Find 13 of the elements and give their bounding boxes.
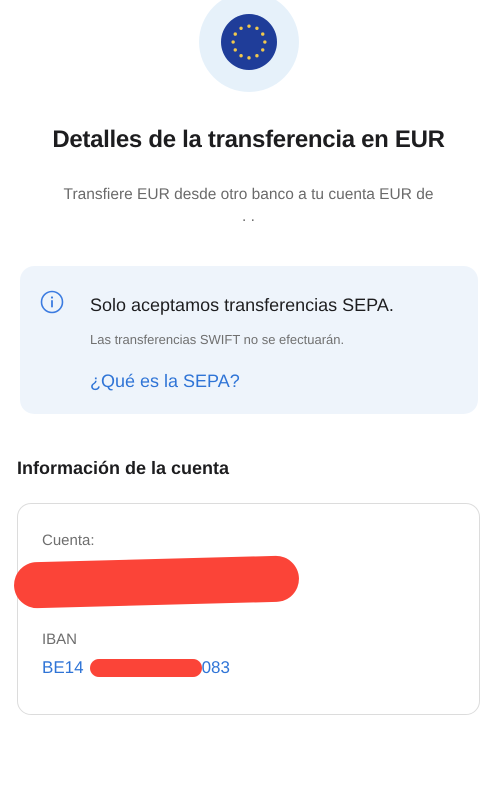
iban-end: 083 [202, 658, 230, 678]
section-heading: Información de la cuenta [17, 458, 230, 479]
notice-title: Solo aceptamos transferencias SEPA. [90, 294, 394, 317]
subtitle-text: Transfiere EUR desde otro banco a tu cuenta EUR de [62, 185, 434, 205]
field-label: IBAN [42, 631, 78, 648]
notice-text: Las transferencias SWIFT no se efectuarán. [90, 332, 344, 347]
subtitle-text: . . [241, 207, 256, 227]
eu-flag-icon [220, 14, 276, 70]
sepa-info-link[interactable]: ¿Qué es la SEPA? [90, 371, 240, 392]
iban-start: BE14 [42, 658, 84, 678]
page-title: Detalles de la transferencia en EUR [51, 126, 446, 154]
field-label: Cuenta: [42, 532, 96, 549]
info-icon [40, 290, 64, 314]
